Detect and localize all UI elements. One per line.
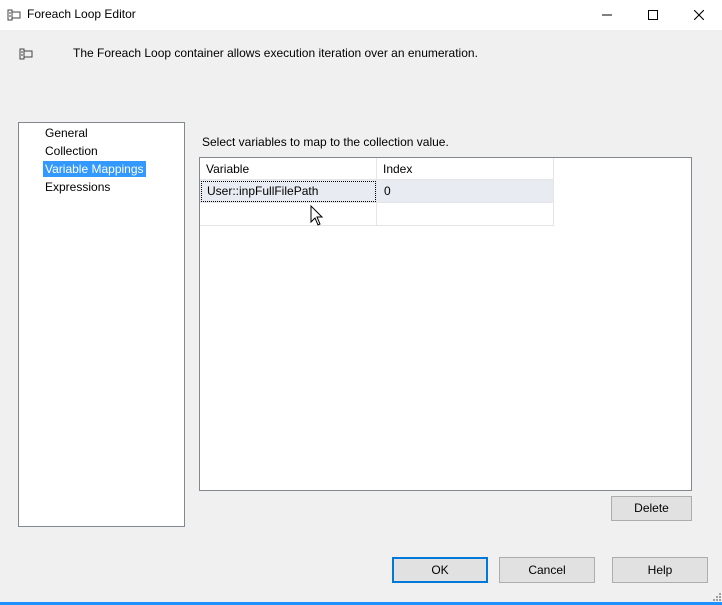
nav-item-expressions[interactable]: Expressions: [43, 179, 112, 195]
nav-item-general[interactable]: General: [43, 125, 90, 141]
resize-grip-icon[interactable]: [710, 590, 722, 602]
nav-item-variable-mappings[interactable]: Variable Mappings: [43, 161, 146, 177]
foreach-container-icon: [7, 9, 21, 21]
minimize-icon: [602, 14, 612, 16]
maximize-icon: [648, 10, 658, 20]
foreach-container-icon: [19, 48, 33, 60]
mouse-cursor-icon: [310, 205, 324, 226]
nav-item-collection[interactable]: Collection: [43, 143, 100, 159]
cancel-button[interactable]: Cancel: [499, 557, 595, 583]
column-header-variable[interactable]: Variable: [200, 158, 377, 180]
column-header-index[interactable]: Index: [377, 158, 554, 180]
variable-cell[interactable]: [200, 203, 377, 226]
variable-cell[interactable]: User::inpFullFilePath: [200, 180, 377, 203]
navigation-list: General Collection Variable Mappings Exp…: [18, 122, 185, 527]
ok-button[interactable]: OK: [392, 557, 488, 583]
grid-header: Variable Index: [200, 158, 554, 180]
table-row[interactable]: User::inpFullFilePath 0: [200, 180, 554, 203]
index-cell[interactable]: 0: [377, 180, 554, 203]
window-title: Foreach Loop Editor: [27, 7, 136, 21]
editor-description: The Foreach Loop container allows execut…: [73, 46, 478, 60]
help-button[interactable]: Help: [612, 557, 708, 583]
minimize-button[interactable]: [584, 0, 630, 30]
close-icon: [694, 10, 704, 20]
close-button[interactable]: [676, 0, 722, 30]
variable-mappings-grid[interactable]: Variable Index User::inpFullFilePath 0: [199, 157, 692, 491]
maximize-button[interactable]: [630, 0, 676, 30]
index-cell[interactable]: [377, 203, 554, 226]
delete-button[interactable]: Delete: [611, 496, 692, 521]
mapping-instruction: Select variables to map to the collectio…: [202, 135, 449, 149]
table-row-new[interactable]: [200, 203, 554, 226]
title-bar: Foreach Loop Editor: [0, 0, 722, 30]
